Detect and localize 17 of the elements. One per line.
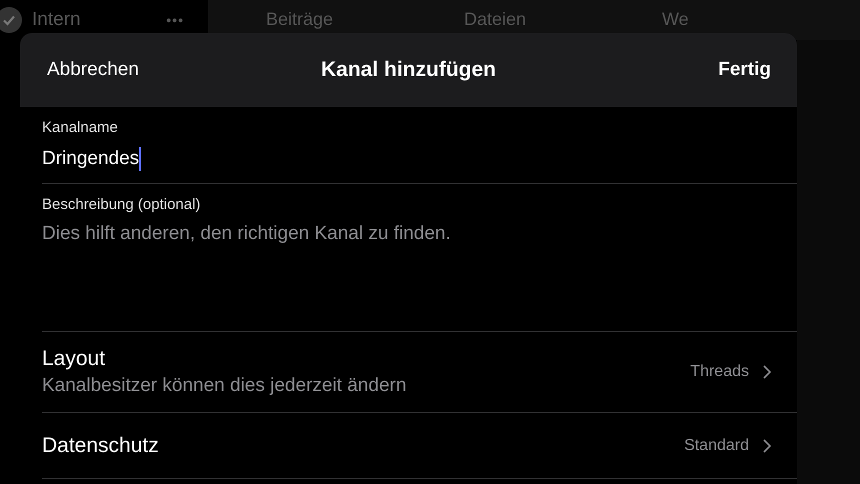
done-button[interactable]: Fertig <box>718 59 771 81</box>
field-label: Beschreibung (optional) <box>42 196 202 213</box>
row-title: Layout <box>42 347 106 371</box>
channel-name: Intern <box>32 9 82 31</box>
description-field[interactable]: Dies hilft anderen, den richtigen Kanal zu finden. <box>42 223 797 245</box>
settings-row[interactable]: Layout Kanalbesitzer können dies jederzeit ändern Threads <box>42 332 797 413</box>
chevron-icon <box>763 365 771 379</box>
row-subtitle: Kanalbesitzer können dies jederzeit ändern <box>42 375 408 397</box>
settings-row[interactable]: Datenschutz Standard <box>42 413 797 479</box>
channel-name-field[interactable]: Dringendes <box>42 146 797 172</box>
chevron-icon <box>763 438 771 452</box>
cancel-button[interactable]: Abbrechen <box>47 59 139 81</box>
dialog-title: Kanal hinzufügen <box>321 58 496 82</box>
field-label: Kanalname <box>42 119 119 136</box>
row-title: Datenschutz <box>42 434 160 458</box>
row-value: Threads <box>690 363 749 381</box>
row-value: Standard <box>684 436 749 454</box>
